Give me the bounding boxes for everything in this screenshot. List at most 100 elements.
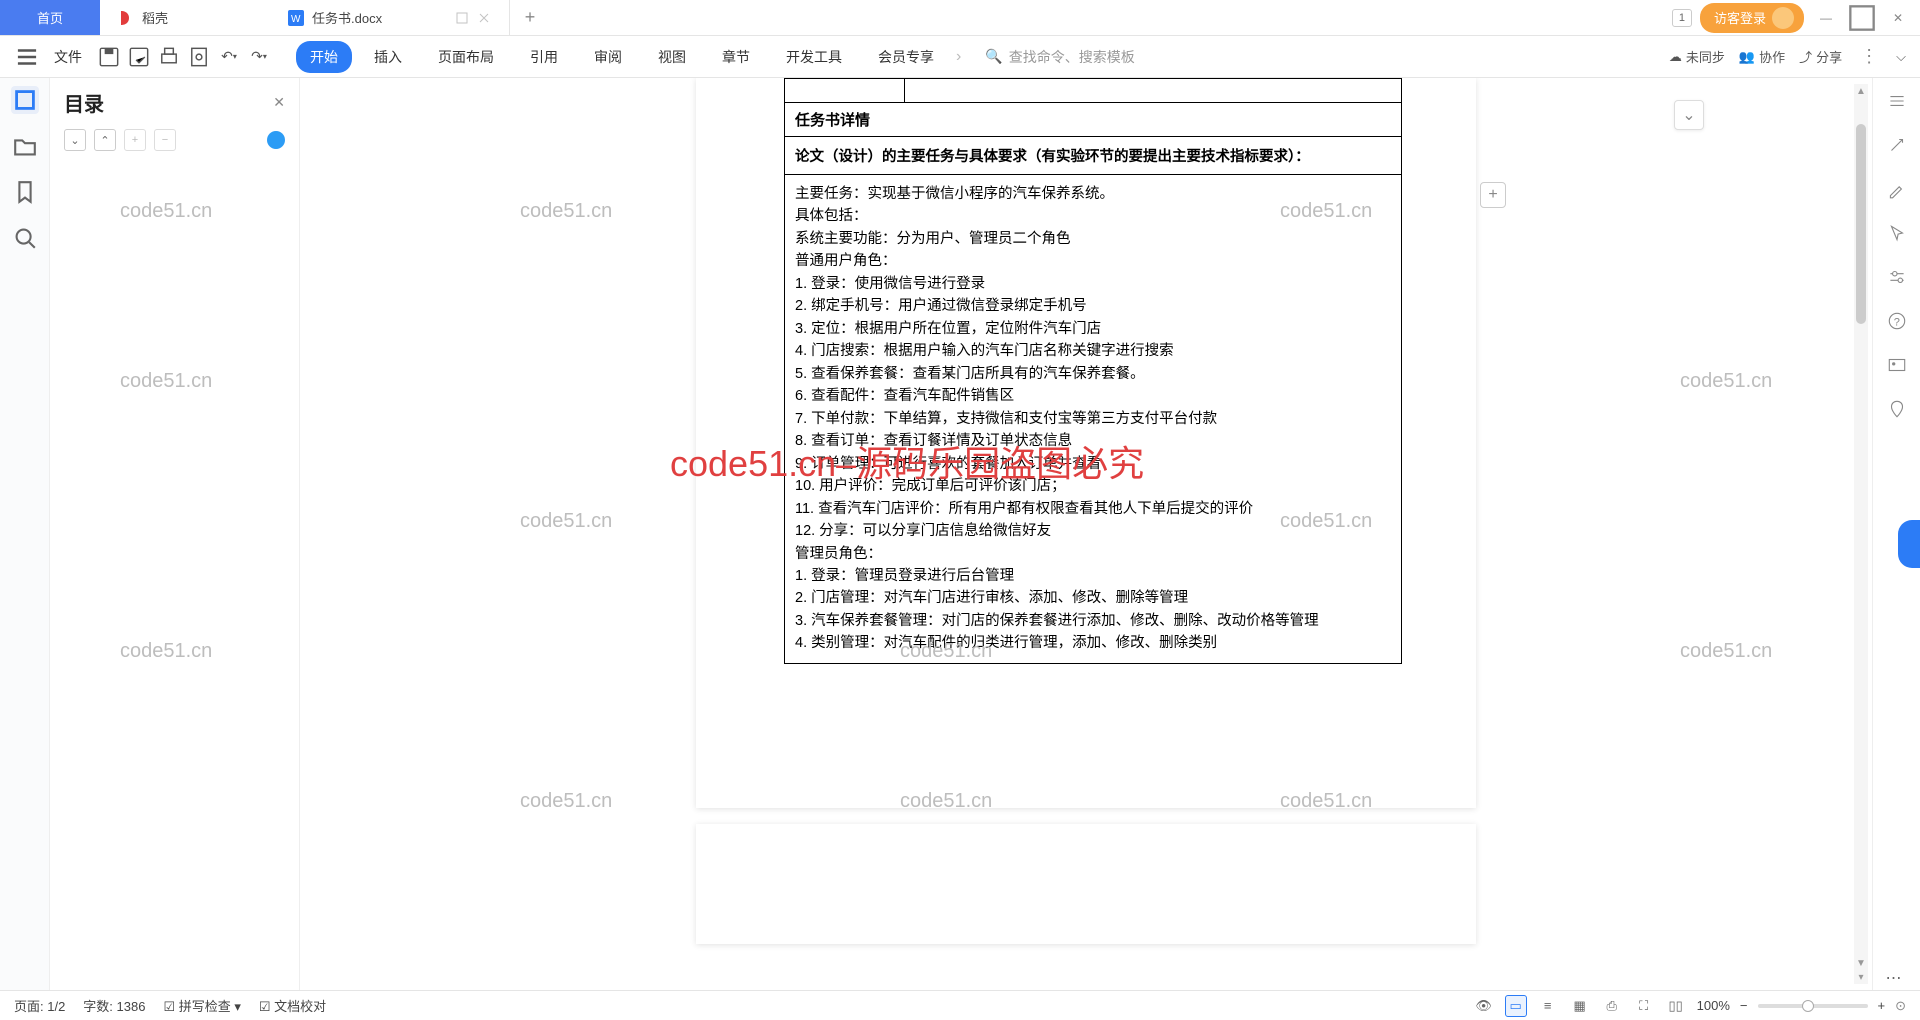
expand-panel-button[interactable] [1898,520,1920,568]
ribbon-tab-insert[interactable]: 插入 [360,41,416,73]
scroll-up-icon[interactable]: ▲ [1854,84,1868,98]
ribbon-tab-chapter[interactable]: 章节 [708,41,764,73]
ribbon-tab-review[interactable]: 审阅 [580,41,636,73]
save-icon[interactable] [96,44,122,70]
page-indicator[interactable]: 页面: 1/2 [14,996,65,1015]
command-search[interactable]: 🔍 查找命令、搜索模板 [985,47,1134,67]
document-page-1: 任务书详情 论文（设计）的主要任务与具体要求（有实验环节的要提出主要技术指标要求… [696,78,1476,808]
doc-check-toggle[interactable]: ☑ 文档校对 [259,996,326,1015]
page-view-icon[interactable]: ▭ [1505,995,1527,1017]
doc-line: 2. 绑定手机号：用户通过微信登录绑定手机号 [795,295,1391,317]
collapse-ribbon-icon[interactable]: ⌵ [1896,49,1906,65]
doc-line: 2. 门店管理：对汽车门店进行审核、添加、修改、删除等管理 [795,587,1391,609]
zoom-out-button[interactable]: − [1740,998,1748,1013]
tab-close-icon[interactable] [477,11,491,25]
scrollbar-thumb[interactable] [1856,124,1866,324]
help-icon[interactable]: ? [1886,310,1908,332]
table-top-row [785,79,1401,103]
add-element-button[interactable]: + [1480,182,1506,208]
web-view-icon[interactable]: ▦ [1569,995,1591,1017]
outline-expand-icon[interactable]: ⌃ [94,129,116,151]
minimize-button[interactable]: — [1812,4,1840,32]
settings-slider-icon[interactable] [1886,266,1908,288]
window-count-badge[interactable]: 1 [1672,9,1692,27]
doc-line: 普通用户角色： [795,250,1391,272]
doc-line: 管理员角色： [795,543,1391,565]
print-icon[interactable] [156,44,182,70]
search-placeholder: 查找命令、搜索模板 [1009,47,1135,67]
outline-sync-dot-icon[interactable] [267,131,285,149]
file-menu[interactable]: 文件 [54,47,82,67]
tab-duoke[interactable]: 稻壳 [100,0,270,35]
folder-rail-icon[interactable] [11,132,39,160]
location-tool-icon[interactable] [1886,398,1908,420]
ribbon-tab-view[interactable]: 视图 [644,41,700,73]
menubar: 文件 ↶▾ ↷▾ 开始 插入 页面布局 引用 审阅 视图 章节 开发工具 会员专… [0,36,1920,78]
zoom-slider[interactable] [1758,1004,1868,1008]
ribbon-tab-layout[interactable]: 页面布局 [424,41,508,73]
fit-icon[interactable]: ▯▯ [1665,995,1687,1017]
pen-icon[interactable] [1886,178,1908,200]
tab-document[interactable]: W 任务书.docx [270,0,510,35]
outline-collapse-icon[interactable]: ⌄ [64,129,86,151]
print-preview-icon[interactable] [186,44,212,70]
zoom-slider-knob[interactable] [1802,1000,1814,1012]
magic-icon[interactable] [1886,134,1908,156]
outline-rail-icon[interactable] [11,86,39,114]
document-canvas[interactable]: 任务书详情 论文（设计）的主要任务与具体要求（有实验环节的要提出主要技术指标要求… [300,78,1872,990]
new-tab-button[interactable]: + [510,0,550,35]
more-menu-icon[interactable]: ⋮ [1860,46,1878,67]
scroll-end-icon[interactable]: ▾ [1854,970,1868,984]
tab-window-icon[interactable] [455,11,469,25]
fullscreen-icon[interactable]: ⛶ [1633,995,1655,1017]
zoom-in-button[interactable]: + [1878,998,1886,1013]
close-window-button[interactable]: ✕ [1884,4,1912,32]
reading-mode-icon[interactable]: 👁 [1473,995,1495,1017]
outline-tools: ⌄ ⌃ + − [64,129,285,151]
save-as-icon[interactable] [126,44,152,70]
collab-button[interactable]: 👥协作 [1739,47,1785,66]
doc-line: 主要任务：实现基于微信小程序的汽车保养系统。 [795,183,1391,205]
guest-login-button[interactable]: 访客登录 [1700,3,1804,33]
doc-line: 1. 登录：管理员登录进行后台管理 [795,565,1391,587]
cursor-icon[interactable] [1886,222,1908,244]
tab-home[interactable]: 首页 [0,0,100,35]
ribbon-tab-vip[interactable]: 会员专享 [864,41,948,73]
outline-remove-icon[interactable]: − [154,129,176,151]
search-rail-icon[interactable] [11,224,39,252]
doc-line: 7. 下单付款：下单结算，支持微信和支付宝等第三方支付平台付款 [795,408,1391,430]
ribbon-tab-start[interactable]: 开始 [296,41,352,73]
vertical-scrollbar[interactable]: ▲ ▼ ▾ [1854,84,1868,984]
ribbon-tab-references[interactable]: 引用 [516,41,572,73]
word-doc-icon: W [288,10,304,26]
doc-line: 11. 查看汽车门店评价：所有用户都有权限查看其他人下单后提交的评价 [795,498,1391,520]
zoom-label[interactable]: 100% [1697,998,1730,1013]
print-view-icon[interactable]: ⎙ [1601,995,1623,1017]
undo-icon[interactable]: ↶▾ [216,44,242,70]
more-tools-icon[interactable]: ⋯ [1886,968,1908,990]
word-count[interactable]: 字数: 1386 [83,996,145,1015]
titlebar: 首页 稻壳 W 任务书.docx + 1 访客登录 — ✕ [0,0,1920,36]
scroll-down-icon[interactable]: ▼ [1854,956,1868,970]
outline-close-icon[interactable]: ✕ [273,94,285,111]
menubar-right: ☁未同步 👥协作 ⤴分享 ⋮ ⌵ [1669,46,1906,67]
doc-line: 6. 查看配件：查看汽车配件销售区 [795,385,1391,407]
outline-add-icon[interactable]: + [124,129,146,151]
outline-view-icon[interactable]: ≡ [1537,995,1559,1017]
redo-icon[interactable]: ↷▾ [246,44,272,70]
image-tool-icon[interactable] [1886,354,1908,376]
float-dropdown-button[interactable]: ⌄ [1674,100,1704,130]
maximize-button[interactable] [1848,4,1876,32]
share-button[interactable]: ⤴分享 [1799,47,1842,66]
avatar-icon [1772,7,1794,29]
hamburger-icon[interactable] [14,44,40,70]
sync-button[interactable]: ☁未同步 [1669,47,1725,66]
spellcheck-toggle[interactable]: ☑ 拼写检查 ▾ [163,996,240,1015]
chevron-right-icon[interactable]: › [956,48,961,66]
bookmark-rail-icon[interactable] [11,178,39,206]
quick-access-toolbar: ↶▾ ↷▾ [96,44,272,70]
menu-lines-icon[interactable] [1886,90,1908,112]
doc-line: 4. 门店搜索：根据用户输入的汽车门店名称关键字进行搜索 [795,340,1391,362]
ribbon-tab-devtools[interactable]: 开发工具 [772,41,856,73]
zoom-fit-button[interactable]: ⊙ [1895,998,1906,1014]
